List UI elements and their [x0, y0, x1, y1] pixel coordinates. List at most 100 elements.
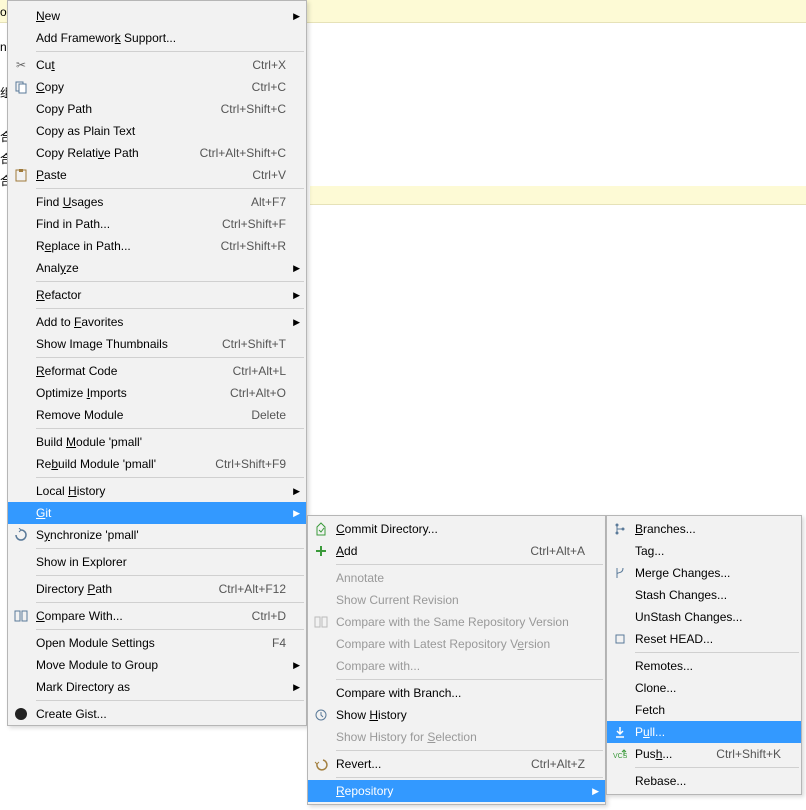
main-cut[interactable]: ✂CutCtrl+X [8, 54, 306, 76]
main-refactor[interactable]: Refactor▶ [8, 284, 306, 306]
main-paste[interactable]: PasteCtrl+V [8, 164, 306, 186]
repo-remotes[interactable]: Remotes... [607, 655, 801, 677]
menu-item-shortcut: Ctrl+Shift+C [221, 102, 286, 116]
main-replace-in-path[interactable]: Replace in Path...Ctrl+Shift+R [8, 235, 306, 257]
main-directory-path[interactable]: Directory Path Ctrl+Alt+F12 [8, 578, 306, 600]
compare-icon [313, 614, 329, 630]
submenu-arrow-icon: ▶ [293, 263, 300, 274]
repo-stash-changes[interactable]: Stash Changes... [607, 584, 801, 606]
repo-branches[interactable]: Branches... [607, 518, 801, 540]
menu-item-shortcut: Ctrl+C [252, 80, 286, 94]
main-show-in-explorer[interactable]: Show in Explorer [8, 551, 306, 573]
push-icon: VCS [612, 746, 628, 762]
repo-tag[interactable]: Tag... [607, 540, 801, 562]
main-add-to-favorites[interactable]: Add to Favorites▶ [8, 311, 306, 333]
repo-pull[interactable]: Pull... [607, 721, 801, 743]
menu-item-label: Rebuild Module 'pmall' [36, 457, 185, 471]
main-reformat-code[interactable]: Reformat CodeCtrl+Alt+L [8, 360, 306, 382]
repo-clone[interactable]: Clone... [607, 677, 801, 699]
main-separator [36, 602, 304, 603]
menu-item-label: New [36, 9, 286, 23]
menu-item-label: Copy Relative Path [36, 146, 170, 160]
reset-icon [612, 631, 628, 647]
git-show-history[interactable]: Show History [308, 704, 605, 726]
repo-push[interactable]: VCSPush...Ctrl+Shift+K [607, 743, 801, 765]
main-remove-module[interactable]: Remove ModuleDelete [8, 404, 306, 426]
main-copy[interactable]: Copy Ctrl+C [8, 76, 306, 98]
menu-item-shortcut: Ctrl+Alt+F12 [219, 582, 286, 596]
main-compare-with[interactable]: Compare With...Ctrl+D [8, 605, 306, 627]
main-new[interactable]: New ▶ [8, 5, 306, 27]
menu-item-shortcut: Ctrl+Alt+Z [531, 757, 585, 771]
merge-icon [612, 565, 628, 581]
pull-icon [612, 724, 628, 740]
menu-item-shortcut: Ctrl+D [252, 609, 286, 623]
main-show-image-thumbnails[interactable]: Show Image ThumbnailsCtrl+Shift+T [8, 333, 306, 355]
main-create-gist[interactable]: Create Gist... [8, 703, 306, 725]
context-menu-main[interactable]: New▶Add Framework Support...✂CutCtrl+XCo… [7, 0, 307, 726]
main-add-framework-support[interactable]: Add Framework Support... [8, 27, 306, 49]
menu-item-label: Create Gist... [36, 707, 286, 721]
compare-icon [13, 608, 29, 624]
submenu-git[interactable]: Commit Directory...AddCtrl+Alt+A Annotate… [307, 515, 606, 805]
submenu-arrow-icon: ▶ [293, 682, 300, 693]
repo-fetch[interactable]: Fetch [607, 699, 801, 721]
menu-item-label: Compare with the Same Repository Version [336, 615, 585, 629]
main-copy-path[interactable]: Copy PathCtrl+Shift+C [8, 98, 306, 120]
main-local-history[interactable]: Local History▶ [8, 480, 306, 502]
submenu-arrow-icon: ▶ [293, 11, 300, 22]
menu-item-label: Add to Favorites [36, 315, 286, 329]
menu-item-label: Merge Changes... [635, 566, 781, 580]
main-separator [36, 700, 304, 701]
git-repository[interactable]: Repository▶ [308, 780, 605, 802]
menu-item-label: Branches... [635, 522, 781, 536]
main-open-module-settings[interactable]: Open Module SettingsF4 [8, 632, 306, 654]
main-copy-as-plain-text[interactable]: Copy as Plain Text [8, 120, 306, 142]
main-build-module-pmall[interactable]: Build Module 'pmall' [8, 431, 306, 453]
main-optimize-imports[interactable]: Optimize ImportsCtrl+Alt+O [8, 382, 306, 404]
git-separator [336, 777, 603, 778]
repo-separator [635, 767, 799, 768]
menu-item-label: Local History [36, 484, 286, 498]
git-revert[interactable]: Revert... Ctrl+Alt+Z [308, 753, 605, 775]
menu-item-label: Stash Changes... [635, 588, 781, 602]
main-git[interactable]: Git ▶ [8, 502, 306, 524]
menu-item-label: Revert... [336, 757, 501, 771]
main-find-usages[interactable]: Find UsagesAlt+F7 [8, 191, 306, 213]
menu-item-shortcut: Ctrl+Shift+T [222, 337, 286, 351]
submenu-arrow-icon: ▶ [293, 508, 300, 519]
main-mark-directory-as[interactable]: Mark Directory as▶ [8, 676, 306, 698]
repo-merge-changes[interactable]: Merge Changes... [607, 562, 801, 584]
git-commit-directory[interactable]: Commit Directory... [308, 518, 605, 540]
git-add[interactable]: AddCtrl+Alt+A [308, 540, 605, 562]
menu-item-label: Copy [36, 80, 222, 94]
repo-reset-head[interactable]: Reset HEAD... [607, 628, 801, 650]
menu-item-label: Git [36, 506, 286, 520]
menu-item-label: Open Module Settings [36, 636, 242, 650]
menu-item-label: Push... [635, 747, 686, 761]
menu-item-label: Compare with... [336, 659, 585, 673]
main-separator [36, 51, 304, 52]
menu-item-label: Analyze [36, 261, 286, 275]
menu-item-label: Annotate [336, 571, 585, 585]
git-compare-with-the-same-repository-version: Compare with the Same Repository Version [308, 611, 605, 633]
menu-item-label: UnStash Changes... [635, 610, 781, 624]
menu-item-label: Directory Path [36, 582, 189, 596]
repo-rebase[interactable]: Rebase... [607, 770, 801, 792]
copy-icon [13, 79, 29, 95]
main-analyze[interactable]: Analyze ▶ [8, 257, 306, 279]
highlight-line [310, 186, 806, 205]
main-copy-relative-path[interactable]: Copy Relative PathCtrl+Alt+Shift+C [8, 142, 306, 164]
main-synchronize-pmall[interactable]: Synchronize 'pmall' [8, 524, 306, 546]
menu-item-label: Reset HEAD... [635, 632, 781, 646]
main-move-module-to-group[interactable]: Move Module to Group▶ [8, 654, 306, 676]
main-separator [36, 548, 304, 549]
sync-icon [13, 527, 29, 543]
menu-item-label: Find Usages [36, 195, 221, 209]
menu-item-label: Synchronize 'pmall' [36, 528, 286, 542]
submenu-repository[interactable]: Branches... Tag... Merge Changes... Stash C… [606, 515, 802, 795]
main-find-in-path[interactable]: Find in Path...Ctrl+Shift+F [8, 213, 306, 235]
git-compare-with-branch[interactable]: Compare with Branch... [308, 682, 605, 704]
main-rebuild-module-pmall[interactable]: Rebuild Module 'pmall'Ctrl+Shift+F9 [8, 453, 306, 475]
repo-unstash-changes[interactable]: UnStash Changes... [607, 606, 801, 628]
